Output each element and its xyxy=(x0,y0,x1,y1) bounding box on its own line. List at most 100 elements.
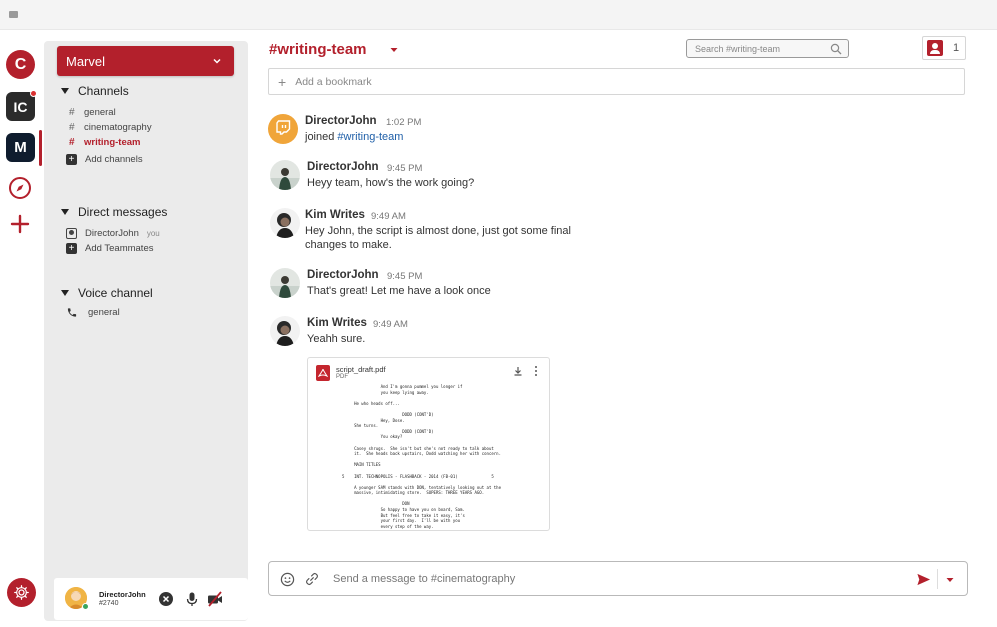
sidebar-item-label: cinematography xyxy=(84,122,152,133)
sidebar-item-general[interactable]: # general xyxy=(69,107,116,118)
sidebar-item-voice-general[interactable]: general xyxy=(66,307,120,318)
pdf-icon xyxy=(316,365,330,381)
message-input-placeholder[interactable]: Send a message to #cinematography xyxy=(333,573,515,585)
file-attachment-card[interactable]: script_draft.pdf PDF And I'm gonna pumme… xyxy=(307,357,550,531)
chevron-down-icon xyxy=(213,58,221,64)
send-icon[interactable] xyxy=(916,572,931,587)
direct-messages-header-label: Direct messages xyxy=(78,205,168,219)
server-ic[interactable]: IC xyxy=(6,90,37,121)
joined-text: joined xyxy=(305,131,338,143)
message-author[interactable]: Kim Writes xyxy=(305,209,365,221)
sidebar-item-writing-team[interactable]: # writing-team xyxy=(69,137,140,148)
avatar[interactable] xyxy=(270,208,300,238)
server-m-label: M xyxy=(14,139,27,156)
composer-divider xyxy=(937,569,938,589)
hash-icon: # xyxy=(69,122,75,133)
online-status-dot xyxy=(82,603,89,610)
avatar[interactable] xyxy=(270,316,300,346)
workspace-name: Marvel xyxy=(66,53,106,69)
workspace-switcher[interactable]: Marvel xyxy=(57,46,234,76)
sidebar-item-cinematography[interactable]: # cinematography xyxy=(69,122,152,133)
more-options-icon[interactable] xyxy=(533,365,539,377)
user-photo-avatar xyxy=(270,208,300,238)
message-composer[interactable]: Send a message to #cinematography xyxy=(268,561,968,596)
message-author[interactable]: Kim Writes xyxy=(307,317,367,329)
add-teammates-button[interactable]: + Add Teammates xyxy=(66,243,153,254)
user-photo-avatar xyxy=(270,316,300,346)
sidebar-item-label: general xyxy=(84,107,116,118)
sidebar-item-label: DirectorJohn xyxy=(85,228,139,239)
message-text: joined #writing-team xyxy=(305,131,605,145)
message-author[interactable]: DirectorJohn xyxy=(305,115,377,127)
message-author[interactable]: DirectorJohn xyxy=(307,269,379,281)
phone-icon xyxy=(67,308,77,317)
server-m[interactable]: M xyxy=(6,133,35,162)
server-c[interactable]: C xyxy=(6,50,35,79)
search-icon xyxy=(830,43,842,55)
channels-section-header[interactable]: Channels xyxy=(61,84,129,98)
add-teammates-label: Add Teammates xyxy=(85,243,154,254)
app-window: C IC M Marvel Channels # general # cinem… xyxy=(0,0,997,627)
user-icon xyxy=(66,228,77,239)
plus-icon: + xyxy=(66,243,77,254)
settings-button[interactable] xyxy=(7,578,36,607)
plus-icon: + xyxy=(66,154,77,165)
chevron-down-icon[interactable] xyxy=(944,574,956,586)
user-tag: #2740 xyxy=(99,600,119,607)
camera-off-icon[interactable] xyxy=(207,591,223,607)
attachment-link-icon[interactable] xyxy=(305,572,319,586)
server-rail: C IC M xyxy=(0,30,42,627)
user-photo-avatar xyxy=(270,160,300,190)
add-server-icon[interactable] xyxy=(9,213,31,235)
gear-icon xyxy=(14,585,29,600)
avatar[interactable] xyxy=(270,268,300,298)
direct-messages-section-header[interactable]: Direct messages xyxy=(61,205,167,219)
user-photo-avatar xyxy=(270,268,300,298)
user-name: DirectorJohn xyxy=(99,590,146,599)
add-bookmark-button[interactable]: + Add a bookmark xyxy=(268,68,965,95)
collapse-triangle-icon xyxy=(61,209,69,215)
chevron-down-icon[interactable] xyxy=(388,44,400,56)
member-count: 1 xyxy=(953,42,960,54)
pdf-preview-line: it. She heads back upstairs, Dodd watchi… xyxy=(330,451,501,457)
you-suffix: you xyxy=(146,229,160,238)
avatar[interactable] xyxy=(270,160,300,190)
channel-sidebar: Marvel Channels # general # cinematograp… xyxy=(44,41,248,621)
voice-header-label: Voice channel xyxy=(78,286,153,300)
search-placeholder: Search #writing-team xyxy=(695,43,781,54)
message-time: 9:49 AM xyxy=(371,211,406,222)
message-time: 9:45 PM xyxy=(387,271,423,282)
menu-icon[interactable] xyxy=(9,11,18,18)
members-button[interactable]: 1 xyxy=(922,36,966,60)
sidebar-item-dm-directorjohn[interactable]: DirectorJohn you xyxy=(66,228,160,239)
download-icon[interactable] xyxy=(513,366,523,376)
add-channels-label: Add channels xyxy=(85,154,143,165)
hash-icon: # xyxy=(69,137,75,148)
message-author[interactable]: DirectorJohn xyxy=(307,161,379,173)
attachment-filename[interactable]: script_draft.pdf xyxy=(336,365,386,374)
collapse-triangle-icon xyxy=(61,88,69,94)
sidebar-item-label: writing-team xyxy=(84,137,141,148)
add-bookmark-label: Add a bookmark xyxy=(295,75,372,88)
page-title[interactable]: #writing-team xyxy=(269,41,367,58)
member-icon xyxy=(927,40,943,56)
message-text: That's great! Let me have a look once xyxy=(307,285,491,297)
add-channels-button[interactable]: + Add channels xyxy=(66,154,143,165)
status-close-icon[interactable] xyxy=(158,591,174,607)
message-text: Yeahh sure. xyxy=(307,333,366,345)
server-c-label: C xyxy=(14,55,27,73)
search-input[interactable]: Search #writing-team xyxy=(686,39,849,58)
notification-dot xyxy=(30,90,37,97)
collapse-triangle-icon xyxy=(61,290,69,296)
message-text: Hey John, the script is almost done, jus… xyxy=(305,225,571,251)
microphone-icon[interactable] xyxy=(184,591,200,607)
user-panel: DirectorJohn #2740 xyxy=(54,578,248,620)
voice-section-header[interactable]: Voice channel xyxy=(61,286,153,300)
compass-icon[interactable] xyxy=(8,176,32,200)
active-server-indicator xyxy=(39,130,42,166)
message-time: 9:45 PM xyxy=(387,163,423,174)
channel-link[interactable]: #writing-team xyxy=(337,131,403,143)
emoji-icon[interactable] xyxy=(280,572,295,587)
twitch-avatar[interactable] xyxy=(268,114,298,144)
sidebar-item-label: general xyxy=(88,307,120,318)
